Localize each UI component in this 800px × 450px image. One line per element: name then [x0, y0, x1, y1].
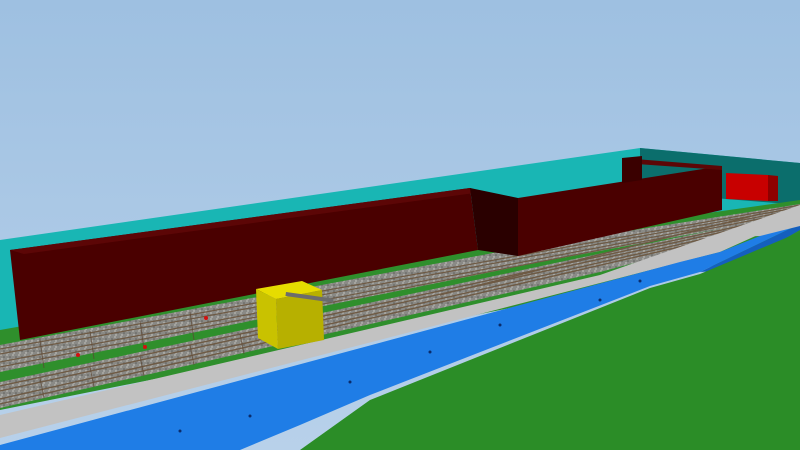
scene-canvas[interactable] — [0, 0, 800, 450]
rear-warehouse-tower — [622, 156, 642, 183]
3d-viewport[interactable] — [0, 0, 800, 450]
red-shed[interactable] — [726, 173, 768, 201]
red-shed-side — [768, 175, 778, 201]
